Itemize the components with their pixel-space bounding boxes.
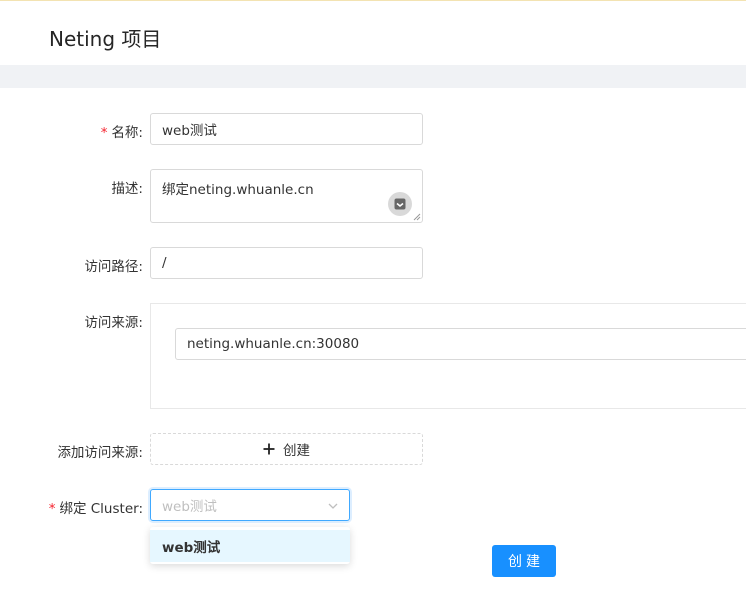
chevron-down-icon: [328, 503, 338, 509]
description-label: 描述:: [111, 177, 143, 197]
description-value: 绑定neting.whuanle.cn: [162, 182, 314, 198]
path-label-text: 访问路径:: [84, 259, 143, 275]
cluster-select-placeholder: web测试: [162, 499, 217, 515]
plus-icon: [263, 443, 275, 455]
cluster-select[interactable]: web测试: [150, 489, 350, 521]
path-label: 访问路径:: [84, 255, 143, 275]
source-input[interactable]: neting.whuanle.cn:30080: [175, 328, 746, 360]
add-source-button-label: 创建: [283, 443, 310, 459]
description-label-text: 描述:: [111, 181, 143, 197]
required-mark: *: [100, 125, 108, 141]
create-button[interactable]: 创建: [492, 545, 556, 577]
resize-handle-icon[interactable]: [413, 213, 421, 221]
header-divider-band: [0, 65, 746, 88]
required-mark: *: [48, 501, 56, 517]
name-label-text: 名称:: [111, 125, 143, 141]
cluster-option[interactable]: web测试: [150, 530, 350, 562]
add-source-button[interactable]: 创建: [150, 433, 423, 465]
description-textarea[interactable]: 绑定neting.whuanle.cn: [150, 169, 423, 223]
path-input-value: /: [162, 255, 167, 271]
cluster-label-text: 绑定 Cluster:: [59, 501, 143, 517]
cluster-option-label: web测试: [162, 540, 221, 556]
add-source-label-text: 添加访问来源:: [57, 445, 143, 461]
page-header: Neting 项目: [0, 1, 746, 65]
sources-label: 访问来源:: [84, 311, 143, 331]
name-label: * 名称:: [101, 121, 143, 141]
path-input[interactable]: /: [150, 247, 423, 279]
sources-label-text: 访问来源:: [84, 315, 143, 331]
cluster-label: * 绑定 Cluster:: [49, 497, 143, 517]
sources-container: neting.whuanle.cn:30080: [150, 303, 746, 409]
cluster-dropdown: web测试: [150, 527, 350, 564]
name-input[interactable]: web测试: [150, 113, 423, 145]
source-input-value: neting.whuanle.cn:30080: [187, 336, 360, 352]
note-icon[interactable]: [388, 192, 412, 216]
add-source-label: 添加访问来源:: [57, 441, 143, 461]
name-input-value: web测试: [162, 123, 217, 139]
page-title: Neting 项目: [49, 27, 162, 51]
